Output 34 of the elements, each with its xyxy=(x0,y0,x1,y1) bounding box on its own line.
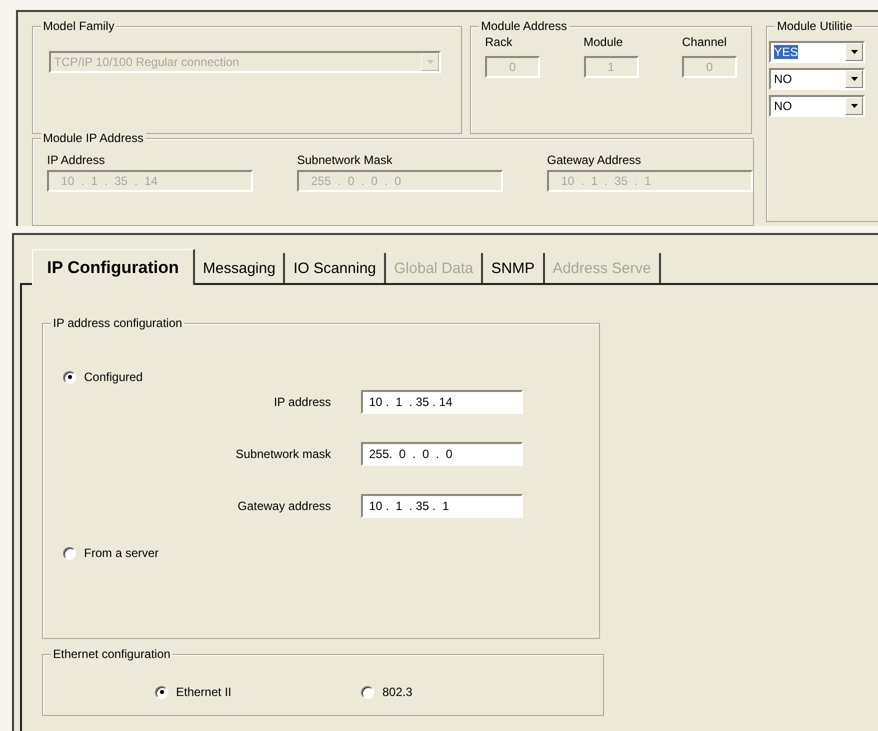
radio-button[interactable] xyxy=(361,686,374,698)
radio-button[interactable] xyxy=(63,546,76,560)
option-label: Ethernet II xyxy=(176,685,232,699)
field-label: Rack xyxy=(485,35,514,49)
utility-dropdown[interactable]: NO xyxy=(769,95,865,117)
field-label: Subnetwork mask xyxy=(236,447,331,461)
dropdown-caret-icon xyxy=(850,77,858,81)
ip-address-field[interactable]: 255. 0 . 0 . 0 xyxy=(361,442,523,466)
radio-button[interactable] xyxy=(63,370,76,384)
option-label: From a server xyxy=(84,546,159,560)
ip-address-field[interactable]: 10 . 1 . 35 . 1 xyxy=(361,494,523,518)
utility-dropdown[interactable]: YES xyxy=(769,41,865,63)
dropdown-caret-icon xyxy=(850,50,858,54)
field-label: IP Address xyxy=(47,153,106,167)
utility-dropdown[interactable]: NO xyxy=(769,68,865,90)
tab[interactable]: IP Configuration xyxy=(32,249,195,285)
field-label: Channel xyxy=(682,35,728,49)
option-label: Configured xyxy=(84,370,143,384)
field-label: IP address xyxy=(274,395,331,409)
option-label: 802.3 xyxy=(382,685,412,699)
field-label: Module xyxy=(584,35,624,49)
group-title: Module Utilitie xyxy=(775,19,854,33)
dropdown-caret-icon xyxy=(426,60,434,64)
radio-button[interactable] xyxy=(155,686,168,698)
group-title: Module Address xyxy=(479,19,570,33)
group-title: Model Family xyxy=(41,19,116,33)
field-label: Gateway address xyxy=(238,499,331,513)
dropdown-caret-icon xyxy=(850,104,858,108)
field-label: Subnetwork Mask xyxy=(297,153,394,167)
group-title: Ethernet configuration xyxy=(51,647,172,661)
group-title: IP address configuration xyxy=(51,316,184,330)
group-title: Module IP Address xyxy=(41,131,146,145)
ip-address-field[interactable]: 10 . 1 . 35 . 14 xyxy=(361,390,523,414)
field-label: Gateway Address xyxy=(547,153,642,167)
